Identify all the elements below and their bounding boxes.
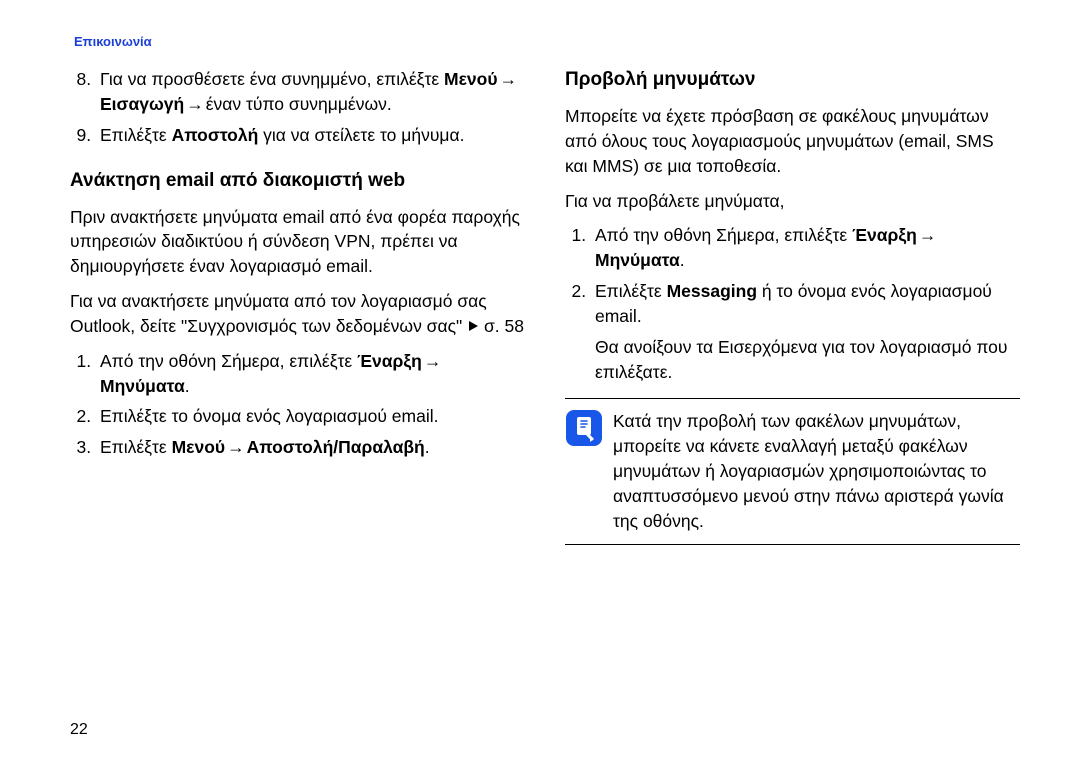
text: έναν τύπο συνημμένων.: [206, 94, 392, 114]
text: Επιλέξτε: [100, 437, 172, 457]
text: Από την οθόνη Σήμερα, επιλέξτε: [595, 225, 852, 245]
bold: Αποστολή/Παραλαβή: [247, 437, 425, 457]
paragraph: Για να προβάλετε μηνύματα,: [565, 189, 1020, 214]
arrow-icon: →: [917, 223, 939, 248]
list-item: Επιλέξτε το όνομα ενός λογαριασμού email…: [96, 404, 525, 429]
note-icon: [565, 409, 603, 447]
bold: Μενού: [444, 69, 498, 89]
list-item: Από την οθόνη Σήμερα, επιλέξτε Έναρξη → …: [591, 223, 1020, 273]
bold: Μηνύματα: [595, 250, 680, 270]
list-item: Από την οθόνη Σήμερα, επιλέξτε Έναρξη → …: [96, 349, 525, 399]
text: .: [425, 437, 430, 457]
arrow-icon: →: [422, 349, 444, 374]
page-ref: σ. 58: [479, 316, 524, 336]
arrow-icon: →: [498, 67, 520, 92]
bold: Εισαγωγή: [100, 94, 184, 114]
bold: Έναρξη: [852, 225, 917, 245]
arrow-icon: →: [225, 435, 247, 460]
steps-list: Από την οθόνη Σήμερα, επιλέξτε Έναρξη → …: [70, 349, 525, 460]
paragraph: Πριν ανακτήσετε μηνύματα email από ένα φ…: [70, 205, 525, 280]
right-column: Προβολή μηνυμάτων Μπορείτε να έχετε πρόσ…: [565, 67, 1020, 545]
list-item: Για να προσθέσετε ένα συνημμένο, επιλέξτ…: [96, 67, 525, 117]
text: Θα ανοίξουν τα Εισερχόμενα για τον λογαρ…: [595, 337, 1007, 382]
arrow-icon: →: [184, 92, 206, 117]
bold: Μενού: [172, 437, 226, 457]
text: Από την οθόνη Σήμερα, επιλέξτε: [100, 351, 357, 371]
list-item: Επιλέξτε Μενού → Αποστολή/Παραλαβή.: [96, 435, 525, 460]
note-text: Κατά την προβολή των φακέλων μηνυμάτων, …: [613, 409, 1016, 533]
subheading: Προβολή μηνυμάτων: [565, 67, 1020, 94]
text: Για να ανακτήσετε μηνύματα από τον λογαρ…: [70, 291, 487, 336]
text: .: [680, 250, 685, 270]
text: Επιλέξτε: [100, 125, 172, 145]
left-column: Για να προσθέσετε ένα συνημμένο, επιλέξτ…: [70, 67, 525, 545]
subheading: Ανάκτηση email από διακομιστή web: [70, 168, 525, 195]
text: για να στείλετε το μήνυμα.: [258, 125, 464, 145]
two-column-layout: Για να προσθέσετε ένα συνημμένο, επιλέξτ…: [70, 67, 1020, 545]
list-item: Επιλέξτε Messaging ή το όνομα ενός λογαρ…: [591, 279, 1020, 384]
manual-page: Επικοινωνία Για να προσθέσετε ένα συνημμ…: [0, 0, 1080, 765]
text: Για να προσθέσετε ένα συνημμένο, επιλέξτ…: [100, 69, 444, 89]
bold: Μηνύματα: [100, 376, 185, 396]
text: Επιλέξτε: [595, 281, 667, 301]
section-header: Επικοινωνία: [74, 34, 1020, 49]
continued-list: Για να προσθέσετε ένα συνημμένο, επιλέξτ…: [70, 67, 525, 148]
list-item: Επιλέξτε Αποστολή για να στείλετε το μήν…: [96, 123, 525, 148]
steps-list: Από την οθόνη Σήμερα, επιλέξτε Έναρξη → …: [565, 223, 1020, 384]
bold: Messaging: [667, 281, 757, 301]
bold: Έναρξη: [357, 351, 422, 371]
paragraph: Μπορείτε να έχετε πρόσβαση σε φακέλους μ…: [565, 104, 1020, 179]
note-box: Κατά την προβολή των φακέλων μηνυμάτων, …: [565, 398, 1020, 544]
text: .: [185, 376, 190, 396]
triangle-icon: [467, 314, 479, 339]
text: Επιλέξτε το όνομα ενός λογαριασμού email…: [100, 406, 439, 426]
paragraph: Για να ανακτήσετε μηνύματα από τον λογαρ…: [70, 289, 525, 339]
page-number: 22: [70, 721, 88, 739]
bold: Αποστολή: [172, 125, 259, 145]
